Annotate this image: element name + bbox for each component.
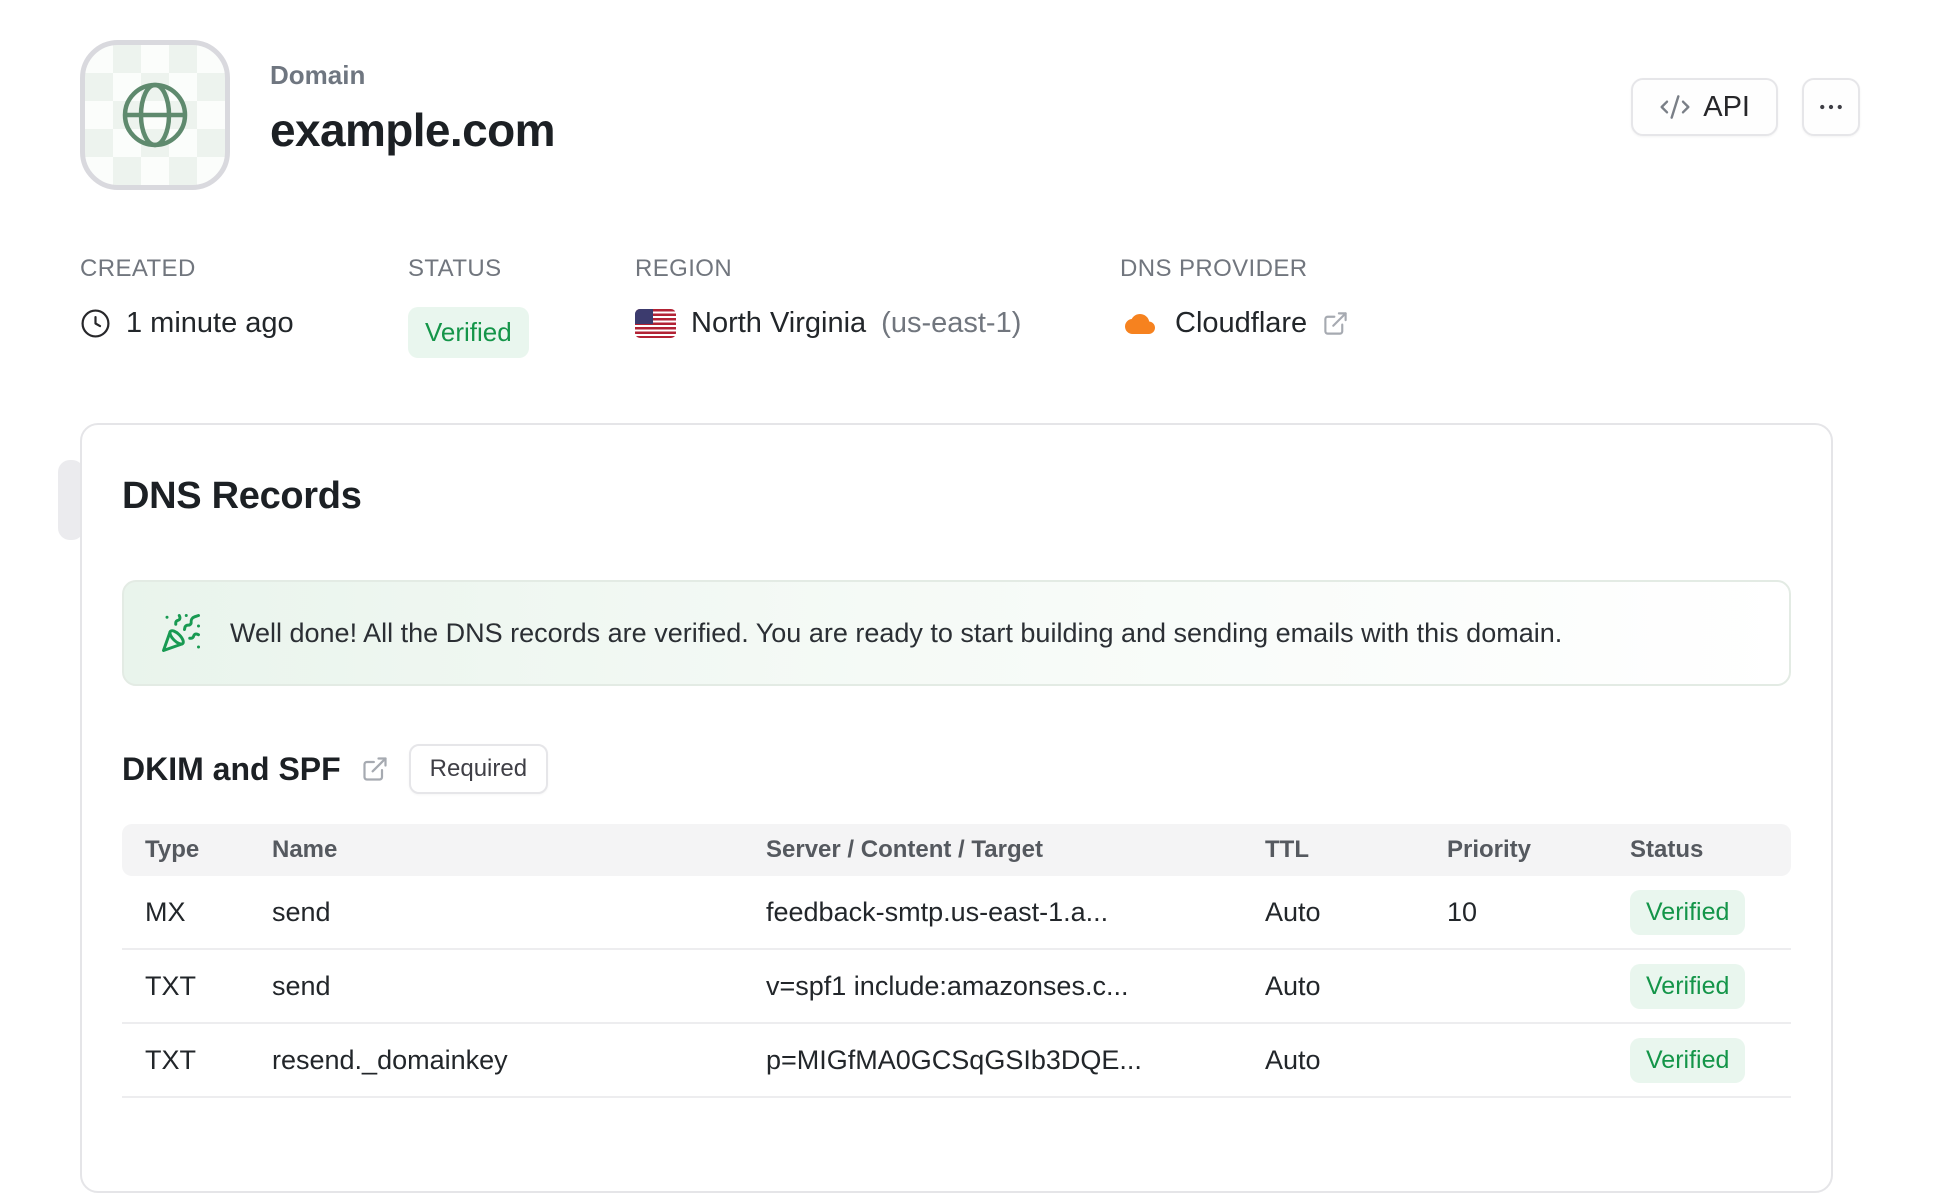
record-type: TXT bbox=[145, 1044, 196, 1075]
table-body: MX send feedback-smtp.us-east-1.a... Aut… bbox=[122, 876, 1791, 1098]
status-badge: Verified bbox=[408, 307, 529, 358]
api-button-label: API bbox=[1703, 90, 1750, 123]
external-link-icon[interactable] bbox=[1322, 310, 1349, 337]
domain-meta: CREATED 1 minute ago STATUS Verified REG… bbox=[80, 255, 1349, 358]
dns-records-table: Type Name Server / Content / Target TTL … bbox=[122, 824, 1791, 1098]
col-header-ttl: TTL bbox=[1265, 836, 1309, 863]
ellipsis-icon bbox=[1820, 104, 1842, 110]
col-header-type: Type bbox=[145, 836, 200, 863]
record-content: feedback-smtp.us-east-1.a... bbox=[766, 896, 1109, 927]
region-label: REGION bbox=[635, 255, 733, 282]
table-header-row: Type Name Server / Content / Target TTL … bbox=[122, 824, 1791, 876]
record-content: p=MIGfMA0GCSqGSIb3DQE... bbox=[766, 1044, 1142, 1075]
record-ttl: Auto bbox=[1265, 1044, 1321, 1075]
created-label: CREATED bbox=[80, 255, 196, 282]
created-value: 1 minute ago bbox=[126, 307, 294, 339]
record-name: send bbox=[272, 970, 331, 1001]
record-status-badge: Verified bbox=[1630, 889, 1746, 935]
required-badge: Required bbox=[408, 744, 549, 794]
dns-records-heading: DNS Records bbox=[122, 475, 362, 517]
record-ttl: Auto bbox=[1265, 970, 1321, 1001]
record-type: TXT bbox=[145, 970, 196, 1001]
record-name: resend._domainkey bbox=[272, 1044, 508, 1075]
success-banner: Well done! All the DNS records are verif… bbox=[122, 580, 1791, 686]
banner-message: Well done! All the DNS records are verif… bbox=[230, 617, 1563, 648]
col-header-name: Name bbox=[272, 836, 338, 863]
us-flag-icon bbox=[635, 309, 676, 338]
dkim-spf-heading: DKIM and SPF bbox=[122, 750, 341, 787]
table-row[interactable]: MX send feedback-smtp.us-east-1.a... Aut… bbox=[122, 876, 1791, 950]
col-header-content: Server / Content / Target bbox=[766, 836, 1043, 863]
region-value: North Virginia bbox=[691, 307, 867, 339]
api-button[interactable]: API bbox=[1631, 78, 1778, 136]
status-label: STATUS bbox=[408, 255, 502, 282]
domain-avatar bbox=[80, 40, 230, 190]
record-content: v=spf1 include:amazonses.c... bbox=[766, 970, 1129, 1001]
region-code: (us-east-1) bbox=[881, 307, 1022, 339]
dns-provider-value[interactable]: Cloudflare bbox=[1175, 307, 1307, 340]
record-status-badge: Verified bbox=[1630, 963, 1746, 1009]
more-button[interactable] bbox=[1802, 78, 1860, 136]
record-status-badge: Verified bbox=[1630, 1037, 1746, 1083]
cloudflare-icon bbox=[1125, 313, 1155, 334]
party-popper-icon bbox=[162, 614, 201, 652]
record-name: send bbox=[272, 896, 331, 927]
col-header-status: Status bbox=[1630, 836, 1704, 863]
record-ttl: Auto bbox=[1265, 896, 1321, 927]
globe-icon bbox=[122, 82, 188, 148]
dns-records-card: DNS Records Well done! All the DNS recor… bbox=[80, 423, 1833, 1193]
external-link-icon[interactable] bbox=[361, 755, 389, 783]
record-type: MX bbox=[145, 896, 186, 927]
clock-icon bbox=[81, 309, 110, 338]
col-header-priority: Priority bbox=[1447, 836, 1532, 863]
code-icon bbox=[1660, 95, 1690, 119]
table-row[interactable]: TXT resend._domainkey p=MIGfMA0GCSqGSIb3… bbox=[122, 1024, 1791, 1098]
table-row[interactable]: TXT send v=spf1 include:amazonses.c... A… bbox=[122, 950, 1791, 1024]
dns-provider-label: DNS PROVIDER bbox=[1120, 255, 1308, 282]
page-title: example.com bbox=[270, 104, 555, 156]
record-priority: 10 bbox=[1447, 896, 1478, 927]
page-eyebrow: Domain bbox=[270, 60, 366, 90]
